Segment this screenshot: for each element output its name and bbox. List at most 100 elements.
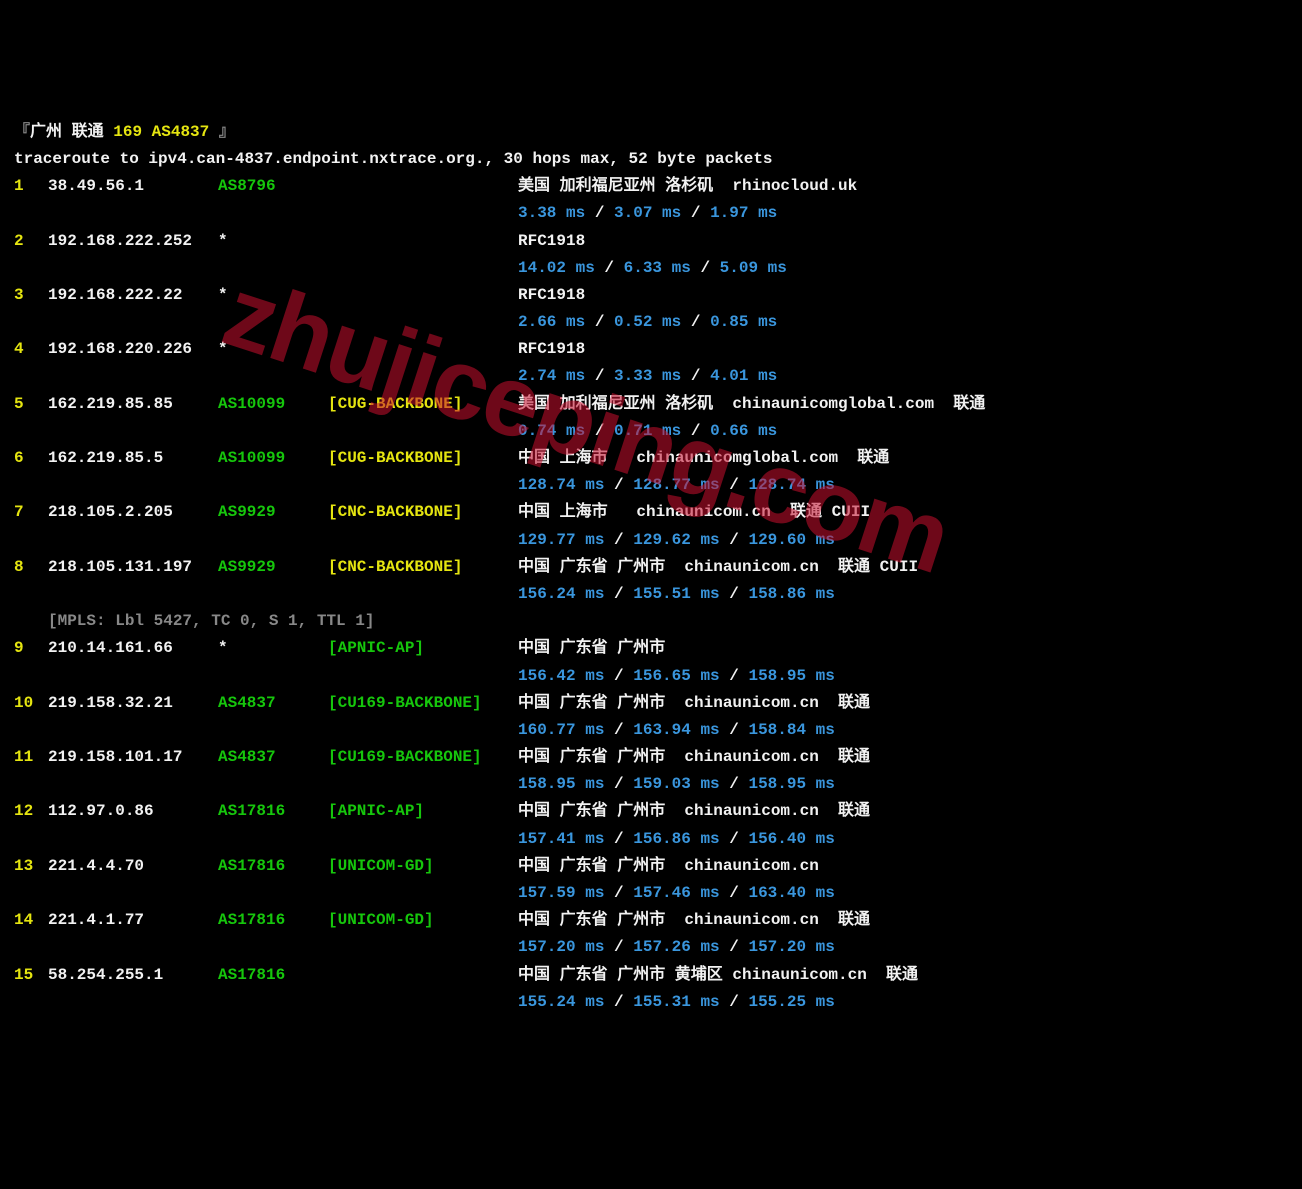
hop-asn: AS10099 — [218, 391, 328, 418]
hop-network — [328, 962, 518, 989]
hop-number: 1 — [14, 173, 48, 200]
sep: / — [604, 775, 633, 793]
hop-location: 中国 广东省 广州市 chinaunicom.cn 联通 — [518, 690, 1288, 717]
hop-asn: AS9929 — [218, 554, 328, 581]
lat-2: 155.51 ms — [633, 585, 719, 603]
lat-3: 158.84 ms — [748, 721, 834, 739]
hop-latency: 160.77 ms / 163.94 ms / 158.84 ms — [518, 717, 1288, 744]
hop-ip: 221.4.4.70 — [48, 853, 218, 880]
sep: / — [604, 721, 633, 739]
bracket-open: 『 — [14, 123, 30, 141]
hop-asn: AS9929 — [218, 499, 328, 526]
lat-1: 3.38 ms — [518, 204, 585, 222]
sep: / — [681, 367, 710, 385]
hop-row: 2192.168.222.252*RFC1918 — [14, 228, 1288, 255]
traceroute-cmd: traceroute to ipv4.can-4837.endpoint.nxt… — [14, 146, 1288, 173]
hop-ip: 192.168.222.22 — [48, 282, 218, 309]
hop-row: 13221.4.4.70AS17816[UNICOM-GD]中国 广东省 广州市… — [14, 853, 1288, 880]
sep: / — [720, 830, 749, 848]
hop-number: 6 — [14, 445, 48, 472]
hop-asn: * — [218, 228, 328, 255]
hop-location: 中国 广东省 广州市 chinaunicom.cn 联通 — [518, 744, 1288, 771]
hop-number: 15 — [14, 962, 48, 989]
hop-location: RFC1918 — [518, 336, 1288, 363]
lat-2: 128.77 ms — [633, 476, 719, 494]
hop-network: [CNC-BACKBONE] — [328, 499, 518, 526]
lat-2: 3.07 ms — [614, 204, 681, 222]
hop-number: 10 — [14, 690, 48, 717]
lat-1: 2.66 ms — [518, 313, 585, 331]
sep: / — [604, 830, 633, 848]
lat-2: 155.31 ms — [633, 993, 719, 1011]
hop-location: 中国 广东省 广州市 chinaunicom.cn — [518, 853, 1288, 880]
hop-network — [328, 228, 518, 255]
hop-ip: 192.168.220.226 — [48, 336, 218, 363]
hop-ip: 218.105.131.197 — [48, 554, 218, 581]
hop-asn: * — [218, 282, 328, 309]
hop-network: [CUG-BACKBONE] — [328, 391, 518, 418]
hop-latency: 157.20 ms / 157.26 ms / 157.20 ms — [518, 934, 1288, 961]
sep: / — [720, 884, 749, 902]
sep: / — [720, 938, 749, 956]
mpls-line: [MPLS: Lbl 5427, TC 0, S 1, TTL 1] — [14, 608, 1288, 635]
hop-latency: 2.66 ms / 0.52 ms / 0.85 ms — [518, 309, 1288, 336]
lat-1: 128.74 ms — [518, 476, 604, 494]
hop-number: 9 — [14, 635, 48, 662]
sep: / — [604, 585, 633, 603]
hop-number: 12 — [14, 798, 48, 825]
hop-number: 3 — [14, 282, 48, 309]
trace-header: 『广州 联通 169 AS4837 』 — [14, 119, 1288, 146]
lat-3: 0.85 ms — [710, 313, 777, 331]
lat-2: 6.33 ms — [624, 259, 691, 277]
lat-3: 158.95 ms — [748, 667, 834, 685]
lat-2: 0.71 ms — [614, 422, 681, 440]
hop-location: 中国 上海市 chinaunicom.cn 联通 CUII — [518, 499, 1288, 526]
lat-1: 0.74 ms — [518, 422, 585, 440]
traceroute-output: 『广州 联通 169 AS4837 』 traceroute to ipv4.ca… — [14, 119, 1288, 1016]
sep: / — [720, 775, 749, 793]
hop-latency: 129.77 ms / 129.62 ms / 129.60 ms — [518, 527, 1288, 554]
hop-row: 3192.168.222.22*RFC1918 — [14, 282, 1288, 309]
hop-asn: AS17816 — [218, 907, 328, 934]
hop-ip: 38.49.56.1 — [48, 173, 218, 200]
hop-ip: 221.4.1.77 — [48, 907, 218, 934]
hop-number: 13 — [14, 853, 48, 880]
hop-row: 7218.105.2.205AS9929[CNC-BACKBONE]中国 上海市… — [14, 499, 1288, 526]
lat-1: 155.24 ms — [518, 993, 604, 1011]
hop-asn: * — [218, 336, 328, 363]
lat-3: 158.86 ms — [748, 585, 834, 603]
hop-row: 14221.4.1.77AS17816[UNICOM-GD]中国 广东省 广州市… — [14, 907, 1288, 934]
lat-1: 157.41 ms — [518, 830, 604, 848]
hop-network — [328, 336, 518, 363]
cmdline-text: traceroute to ipv4.can-4837.endpoint.nxt… — [14, 150, 773, 168]
sep: / — [585, 367, 614, 385]
sep: / — [604, 667, 633, 685]
lat-3: 158.95 ms — [748, 775, 834, 793]
lat-3: 156.40 ms — [748, 830, 834, 848]
hop-latency: 0.74 ms / 0.71 ms / 0.66 ms — [518, 418, 1288, 445]
hop-number: 4 — [14, 336, 48, 363]
lat-2: 129.62 ms — [633, 531, 719, 549]
hop-network: [CU169-BACKBONE] — [328, 690, 518, 717]
hop-location: 中国 广东省 广州市 — [518, 635, 1288, 662]
sep: / — [720, 585, 749, 603]
lat-3: 5.09 ms — [720, 259, 787, 277]
hop-row: 8218.105.131.197AS9929[CNC-BACKBONE]中国 广… — [14, 554, 1288, 581]
hop-row: 10219.158.32.21AS4837[CU169-BACKBONE]中国 … — [14, 690, 1288, 717]
sep: / — [585, 422, 614, 440]
hop-ip: 218.105.2.205 — [48, 499, 218, 526]
lat-3: 155.25 ms — [748, 993, 834, 1011]
trace-asn: 169 AS4837 — [113, 123, 219, 141]
hop-latency: 3.38 ms / 3.07 ms / 1.97 ms — [518, 200, 1288, 227]
hop-latency: 157.59 ms / 157.46 ms / 163.40 ms — [518, 880, 1288, 907]
bracket-close: 』 — [219, 123, 235, 141]
sep: / — [604, 476, 633, 494]
lat-1: 160.77 ms — [518, 721, 604, 739]
sep: / — [604, 938, 633, 956]
hop-ip: 219.158.101.17 — [48, 744, 218, 771]
lat-3: 128.74 ms — [748, 476, 834, 494]
hop-latency: 155.24 ms / 155.31 ms / 155.25 ms — [518, 989, 1288, 1016]
hop-asn: AS4837 — [218, 690, 328, 717]
hop-number: 14 — [14, 907, 48, 934]
hop-location: 中国 广东省 广州市 chinaunicom.cn 联通 — [518, 907, 1288, 934]
